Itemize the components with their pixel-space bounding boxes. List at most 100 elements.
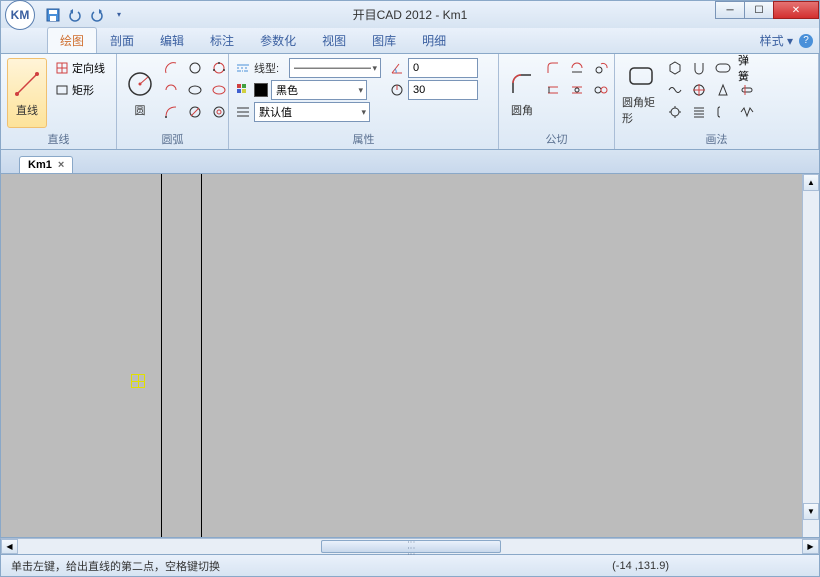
- spring-button[interactable]: 弹簧: [737, 58, 757, 78]
- tab-parametric[interactable]: 参数化: [247, 27, 309, 53]
- hexagon-icon[interactable]: [665, 58, 685, 78]
- close-button[interactable]: ✕: [773, 1, 819, 19]
- canvas-area: ▲ ▼: [0, 174, 820, 538]
- thread-icon[interactable]: [689, 102, 709, 122]
- line-button[interactable]: 直线: [7, 58, 47, 128]
- app-icon[interactable]: KM: [5, 0, 35, 30]
- color-select[interactable]: 黑色: [271, 80, 367, 100]
- group-label: 圆弧: [123, 129, 222, 147]
- color-palette-icon: [235, 82, 251, 98]
- qat-dropdown-icon[interactable]: ▾: [109, 5, 129, 25]
- layer-icon: [235, 104, 251, 120]
- rectangle-icon: [55, 83, 69, 97]
- drawing-canvas[interactable]: [1, 174, 802, 537]
- minimize-button[interactable]: ─: [715, 1, 745, 19]
- group-label: 属性: [235, 129, 492, 147]
- group-properties: 线型: ——————— 黑色 默认值: [229, 54, 499, 149]
- group-label: 画法: [621, 129, 812, 147]
- tangent-tool1-icon[interactable]: [543, 58, 563, 78]
- bracket-icon[interactable]: [713, 102, 733, 122]
- circle3-tool-icon[interactable]: [209, 58, 229, 78]
- slash-circle-icon[interactable]: [185, 102, 205, 122]
- group-arc: 圆 圆弧: [117, 54, 229, 149]
- arc3-tool-icon[interactable]: [161, 102, 181, 122]
- ellipse2-tool-icon[interactable]: [209, 80, 229, 100]
- window-title: 开目CAD 2012 - Km1: [353, 6, 468, 23]
- rectangle-button[interactable]: 矩形: [51, 80, 109, 100]
- tab-draw[interactable]: 绘图: [47, 27, 97, 53]
- group-tangent: 圆角 公切: [499, 54, 615, 149]
- ribbon: 直线 定向线 矩形 直线 圆: [0, 54, 820, 150]
- tangent-tool4-icon[interactable]: [543, 80, 563, 100]
- status-bar: 单击左键，给出直线的第二点，空格键切换 (-14 ,131.9): [0, 555, 820, 577]
- cursor-crosshair-icon: [131, 374, 145, 388]
- color-swatch: [254, 83, 268, 97]
- line-icon: [11, 68, 43, 100]
- tangent-tool3-icon[interactable]: [591, 58, 611, 78]
- scroll-right-icon[interactable]: ▶: [802, 539, 819, 554]
- drawing-line: [201, 174, 202, 537]
- drawing-line: [161, 174, 162, 537]
- scroll-left-icon[interactable]: ◀: [1, 539, 18, 554]
- angle-icon: [389, 60, 405, 76]
- cone-icon[interactable]: [713, 80, 733, 100]
- tab-section[interactable]: 剖面: [97, 27, 147, 53]
- linetype-select[interactable]: ———————: [289, 58, 381, 78]
- directed-line-button[interactable]: 定向线: [51, 58, 109, 78]
- length-icon: [389, 82, 405, 98]
- angle-input[interactable]: [408, 58, 478, 78]
- document-tabs: Km1 ×: [0, 150, 820, 174]
- u-shape-icon[interactable]: [689, 58, 709, 78]
- maximize-button[interactable]: ☐: [744, 1, 774, 19]
- vertical-scrollbar[interactable]: ▲ ▼: [802, 174, 819, 537]
- group-label: 公切: [505, 129, 608, 147]
- roundrect-button[interactable]: 圆角矩形: [621, 58, 661, 128]
- wave-icon[interactable]: [665, 80, 685, 100]
- group-label: 直线: [7, 129, 110, 147]
- tangent-tool2-icon[interactable]: [567, 58, 587, 78]
- key-slot-icon[interactable]: [737, 80, 757, 100]
- tab-annotate[interactable]: 标注: [197, 27, 247, 53]
- cross-circle-icon[interactable]: [689, 80, 709, 100]
- save-icon[interactable]: [43, 5, 63, 25]
- horizontal-scrollbar[interactable]: ◀ ▶: [0, 538, 820, 555]
- style-dropdown[interactable]: 样式 ▾: [760, 32, 793, 49]
- status-hint: 单击左键，给出直线的第二点，空格键切换: [11, 558, 220, 574]
- arc2-tool-icon[interactable]: [161, 80, 181, 100]
- redo-icon[interactable]: [87, 5, 107, 25]
- fillet-button[interactable]: 圆角: [505, 58, 539, 128]
- linetype-icon: [235, 60, 251, 76]
- zigzag-icon[interactable]: [737, 102, 757, 122]
- ring-tool-icon[interactable]: [209, 102, 229, 122]
- document-tab[interactable]: Km1 ×: [19, 156, 73, 173]
- circle-button[interactable]: 圆: [123, 58, 157, 128]
- directed-line-icon: [55, 61, 69, 75]
- ellipse-tool-icon[interactable]: [185, 80, 205, 100]
- undo-icon[interactable]: [65, 5, 85, 25]
- tangent-tool6-icon[interactable]: [591, 80, 611, 100]
- circle-icon: [124, 68, 156, 100]
- tab-view[interactable]: 视图: [309, 27, 359, 53]
- tab-edit[interactable]: 编辑: [147, 27, 197, 53]
- roundrect-icon: [625, 60, 657, 92]
- group-line: 直线 定向线 矩形 直线: [1, 54, 117, 149]
- length-input[interactable]: [408, 80, 478, 100]
- tangent-tool5-icon[interactable]: [567, 80, 587, 100]
- tab-library[interactable]: 图库: [359, 27, 409, 53]
- arc-tool-icon[interactable]: [161, 58, 181, 78]
- tab-detail[interactable]: 明细: [409, 27, 459, 53]
- linetype-label: 线型:: [254, 60, 286, 76]
- ribbon-tabs: 绘图 剖面 编辑 标注 参数化 视图 图库 明细 样式 ▾ ?: [0, 28, 820, 54]
- gear-icon[interactable]: [665, 102, 685, 122]
- status-coordinates: (-14 ,131.9): [612, 560, 669, 572]
- scroll-down-icon[interactable]: ▼: [803, 503, 819, 520]
- window-controls: ─ ☐ ✕: [716, 1, 819, 19]
- quick-access-toolbar: ▾: [43, 5, 129, 25]
- slot-icon[interactable]: [713, 58, 733, 78]
- scroll-up-icon[interactable]: ▲: [803, 174, 819, 191]
- default-select[interactable]: 默认值: [254, 102, 370, 122]
- circle2-tool-icon[interactable]: [185, 58, 205, 78]
- help-icon[interactable]: ?: [799, 34, 813, 48]
- scrollbar-thumb[interactable]: [321, 540, 501, 553]
- close-tab-icon[interactable]: ×: [58, 159, 64, 171]
